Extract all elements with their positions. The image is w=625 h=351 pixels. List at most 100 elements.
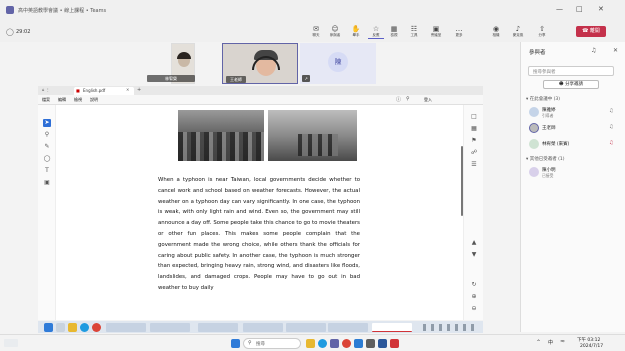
menu-edit[interactable]: 編輯	[58, 97, 66, 103]
home-tab[interactable]: ⌂ ⋮	[42, 87, 70, 94]
task-window-1[interactable]	[106, 323, 146, 332]
files-icon[interactable]	[68, 323, 77, 332]
participant-row[interactable]: 陳小明 已接受	[527, 166, 619, 180]
thumbnail-icon[interactable]: ▦	[470, 125, 478, 133]
zoom-in-icon[interactable]: ⊕	[470, 293, 478, 301]
chrome-icon[interactable]	[92, 323, 101, 332]
pen-tool-icon[interactable]: ✎	[43, 143, 51, 151]
rooms-button[interactable]: ▣ 會議室	[428, 25, 444, 39]
clock-time[interactable]: 下午 03:12	[577, 337, 600, 343]
more-button[interactable]: … 更多	[451, 25, 467, 39]
camera-button[interactable]: ◉ 相機	[488, 25, 504, 39]
video-tile-3[interactable]: 陳 ↗	[300, 43, 376, 84]
zoom-out-icon[interactable]: ⊖	[470, 305, 478, 313]
task-window-4[interactable]	[243, 323, 283, 332]
word-icon[interactable]	[378, 339, 387, 348]
maximize-button[interactable]: □	[576, 5, 583, 13]
pdf-app-icon[interactable]	[390, 339, 399, 348]
task-window-2[interactable]	[150, 323, 190, 332]
taskbar-search-placeholder: 搜尋	[256, 342, 265, 347]
edge-icon[interactable]	[318, 339, 327, 348]
layers-icon[interactable]: ☰	[470, 161, 478, 169]
teams-icon[interactable]	[330, 339, 339, 348]
shared-taskbar	[38, 321, 483, 333]
participant-hair	[177, 52, 191, 59]
zoom-tool-icon[interactable]: ⚲	[43, 131, 51, 139]
section-invited[interactable]: ▾ 其他已受邀者 (1)	[526, 156, 565, 162]
mic-icon: ♫	[609, 108, 614, 114]
windows-taskbar: ⚲ 搜尋 ⌃ 中 ≈ 下午 03:12 2024/7/17	[0, 334, 625, 351]
scroll-down-icon[interactable]: ▼	[470, 251, 478, 259]
react-button[interactable]: ☆ 反應	[368, 25, 384, 39]
close-window-button[interactable]: ✕	[598, 5, 604, 13]
refresh-icon[interactable]: ↻	[470, 281, 478, 289]
avatar: 陳	[328, 52, 348, 72]
chat-button[interactable]: ✉ 聊天	[308, 25, 324, 39]
avatar	[529, 107, 539, 117]
participant-row[interactable]: 陳雅婷 引導者 ♫	[527, 106, 619, 120]
share-button[interactable]: ⇧ 分享	[534, 25, 550, 39]
share-invite-button[interactable]: ☻ 分享邀請	[543, 80, 599, 89]
task-window-6[interactable]	[328, 323, 368, 332]
store-icon[interactable]	[366, 339, 375, 348]
clock-date[interactable]: 2024/7/17	[580, 344, 603, 349]
start-icon[interactable]	[231, 339, 240, 348]
view-button[interactable]: ▦ 檢視	[386, 25, 402, 39]
task-window-3[interactable]	[198, 323, 238, 332]
photo-scooters	[298, 134, 338, 156]
title-bar: 高中英語教學會議 • 線上課程 • Teams — □ ✕	[0, 0, 625, 22]
zoom-icon[interactable]: ⚲	[406, 96, 410, 102]
start-icon[interactable]	[44, 323, 53, 332]
login-button[interactable]: 登入	[424, 97, 432, 103]
minimize-button[interactable]: —	[556, 5, 563, 13]
document-scrollbar[interactable]	[461, 146, 463, 216]
tab-close-icon[interactable]: ✕	[126, 87, 129, 92]
chrome-icon[interactable]	[342, 339, 351, 348]
browser-icon[interactable]	[80, 323, 89, 332]
help-icon[interactable]: ⓘ	[396, 96, 401, 103]
participant-row[interactable]: 林宥榮 (來賓) ♫	[527, 138, 619, 152]
mic-button[interactable]: ♪ 麥克風	[510, 25, 526, 39]
participants-button[interactable]: ☺ 參與者	[327, 25, 343, 39]
panel-close-icon[interactable]: ✕	[613, 47, 618, 54]
bookmark-icon[interactable]: ⚑	[470, 137, 478, 145]
panel-mic-icon[interactable]: ♫	[591, 47, 596, 54]
select-tool-icon[interactable]: ➤	[43, 119, 51, 127]
scroll-up-icon[interactable]: ▲	[470, 239, 478, 247]
search-icon[interactable]	[56, 323, 65, 332]
document-tab[interactable]: ■ English.pdf ✕	[74, 87, 134, 95]
leave-button[interactable]: ☎ 離開	[576, 26, 606, 37]
section-in-meeting[interactable]: ▾ 在此會議中 (3)	[526, 96, 560, 102]
tray-chevron-icon[interactable]: ⌃	[536, 339, 541, 346]
highlight-tool-icon[interactable]: ◯	[43, 155, 51, 163]
viewer-menu-bar: 檔案 編輯 檢視 說明 ⓘ ⚲ 登入	[38, 95, 483, 105]
comment-icon[interactable]: □	[470, 113, 478, 121]
task-window-5[interactable]	[286, 323, 326, 332]
taskbar-search-input[interactable]: ⚲ 搜尋	[243, 338, 301, 349]
video-tile-1[interactable]: 林宥榮	[147, 43, 195, 84]
menu-help[interactable]: 說明	[90, 97, 98, 103]
text-tool-icon[interactable]: T	[43, 167, 51, 175]
new-tab-button[interactable]: +	[137, 87, 141, 93]
attachment-icon[interactable]: ☍	[470, 149, 478, 157]
participant-name: 王老師	[542, 126, 556, 131]
menu-view[interactable]: 檢視	[74, 97, 82, 103]
tools-button[interactable]: ☷ 工具	[406, 25, 422, 39]
weather-icon[interactable]	[4, 339, 18, 347]
language-indicator[interactable]: 中	[548, 339, 553, 346]
mail-icon[interactable]	[354, 339, 363, 348]
task-window-active[interactable]	[372, 323, 412, 332]
raise-hand-button[interactable]: ✋ 舉手	[348, 25, 364, 39]
wifi-icon[interactable]: ≈	[560, 338, 565, 345]
menu-file[interactable]: 檔案	[42, 97, 50, 103]
apps-icon: ☷	[410, 25, 418, 33]
pin-icon[interactable]: ↗	[302, 75, 310, 82]
panel-title: 參與者	[529, 50, 546, 56]
stamp-tool-icon[interactable]: ▣	[43, 179, 51, 187]
participant-row[interactable]: 王老師 ♫	[527, 122, 619, 136]
document-tab-label: English.pdf	[83, 88, 106, 93]
files-icon[interactable]	[306, 339, 315, 348]
video-tile-2[interactable]: 王老師	[222, 43, 298, 84]
participant-search-input[interactable]: 搜尋參與者	[528, 66, 614, 76]
meeting-toolbar: ◯ 29:02 ✉ 聊天 ☺ 參與者 ✋ 舉手 ☆ 反應 ▦ 檢視 ☷ 工具 ▣ 會議室 … 更…	[0, 22, 625, 42]
